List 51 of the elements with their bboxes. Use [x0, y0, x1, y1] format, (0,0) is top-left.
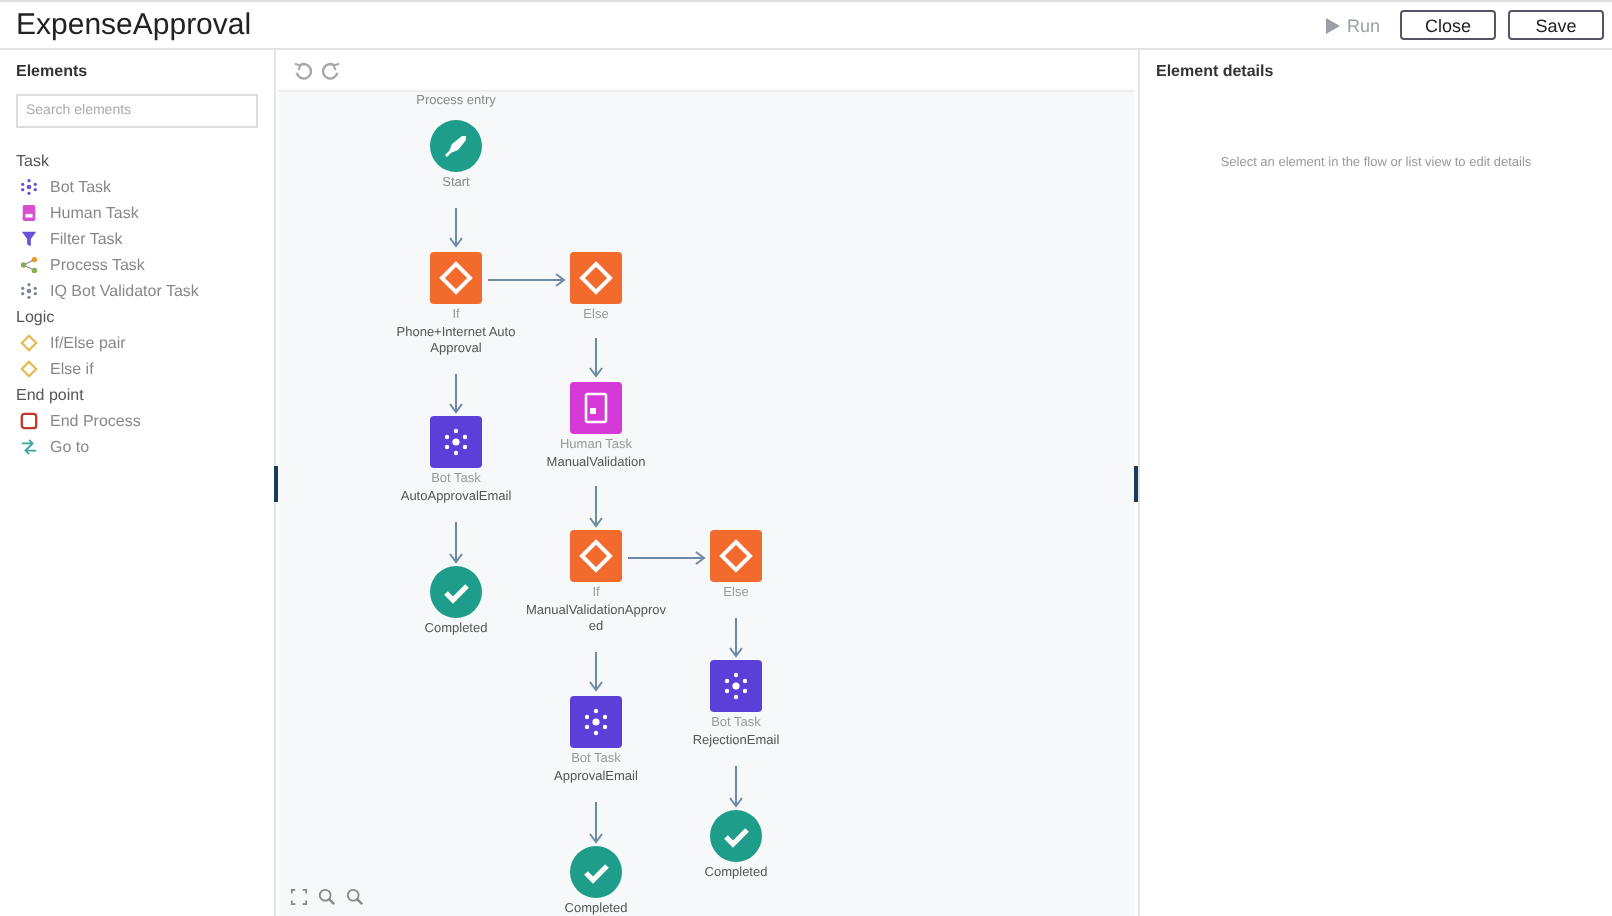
- flow-arrow: [589, 485, 603, 528]
- element-item[interactable]: Else if: [50, 360, 94, 378]
- bot-node-icon[interactable]: [430, 416, 482, 468]
- header-button[interactable]: Save: [1508, 10, 1604, 40]
- fit-screen-icon[interactable]: [290, 888, 308, 906]
- flow-arrow: [449, 373, 463, 414]
- check-node-icon[interactable]: [570, 846, 622, 898]
- element-item[interactable]: Go to: [50, 438, 90, 456]
- group-heading: Task: [16, 150, 51, 174]
- undo-icon[interactable]: [294, 61, 312, 79]
- flow-arrow: [449, 521, 463, 564]
- resize-handle[interactable]: [1134, 465, 1138, 501]
- flow-arrow: [729, 765, 743, 808]
- zoom-out-icon[interactable]: [346, 888, 364, 906]
- element-item[interactable]: IQ Bot Validator Task: [50, 282, 199, 300]
- diamond-node-icon[interactable]: [570, 252, 622, 304]
- process-task-icon: [20, 256, 38, 274]
- bot-task-icon: [20, 178, 38, 196]
- redo-icon[interactable]: [322, 61, 340, 79]
- check-node-icon[interactable]: [430, 566, 482, 618]
- group-heading: End point: [16, 384, 86, 408]
- diamond-node-icon[interactable]: [430, 252, 482, 304]
- play-icon: [1326, 17, 1341, 33]
- zoom-in-icon[interactable]: [318, 888, 336, 906]
- run-button[interactable]: Run: [1318, 15, 1388, 35]
- flow-arrow: [589, 337, 603, 378]
- diamond-node-icon[interactable]: [570, 530, 622, 582]
- element-item[interactable]: Bot Task: [50, 178, 112, 196]
- panel-title: Element details: [1156, 62, 1276, 80]
- flow-arrow: [589, 801, 603, 844]
- flow-arrow: [729, 617, 743, 658]
- flow-arrow: [487, 273, 566, 287]
- element-item[interactable]: Process Task: [50, 256, 145, 274]
- header-button[interactable]: Close: [1400, 10, 1496, 40]
- element-item[interactable]: Human Task: [50, 204, 139, 222]
- element-item[interactable]: Filter Task: [50, 230, 123, 248]
- bot-node-icon[interactable]: [710, 660, 762, 712]
- page-title: ExpenseApproval: [16, 8, 252, 42]
- element-item[interactable]: If/Else pair: [50, 334, 126, 352]
- element-item[interactable]: End Process: [50, 412, 141, 430]
- form-node-icon[interactable]: [570, 382, 622, 434]
- flow-arrow: [589, 651, 603, 692]
- flow-arrow: [449, 207, 463, 248]
- bot-node-icon[interactable]: [570, 696, 622, 748]
- resize-handle[interactable]: [274, 465, 278, 501]
- filter-task-icon: [20, 230, 38, 248]
- flow-arrow: [627, 551, 706, 565]
- check-node-icon[interactable]: [710, 810, 762, 862]
- group-heading: Logic: [16, 306, 57, 330]
- diamond-node-icon[interactable]: [710, 530, 762, 582]
- panel-title: Elements: [16, 62, 90, 80]
